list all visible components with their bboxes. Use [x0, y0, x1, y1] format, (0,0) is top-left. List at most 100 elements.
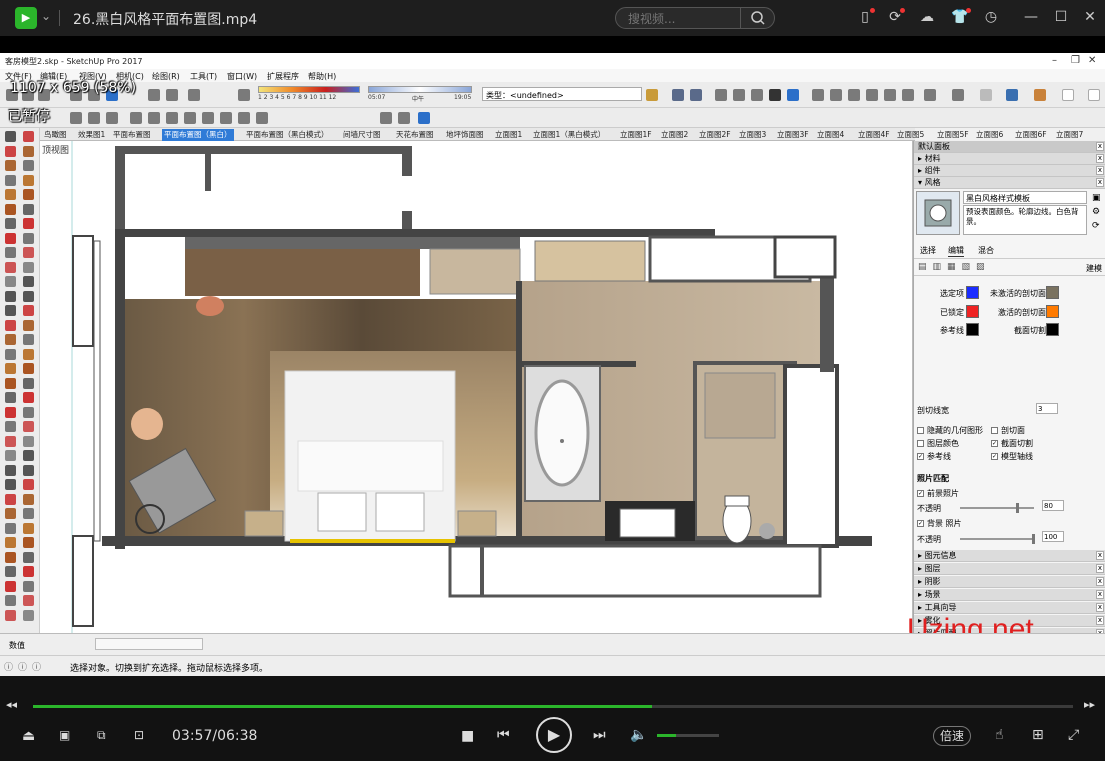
tool-icon[interactable] — [23, 319, 34, 331]
previous-icon[interactable]: ⏮ — [497, 727, 510, 743]
subtab-mix[interactable]: 混合 — [978, 245, 994, 256]
scene-tab[interactable]: 鸟瞰图 — [44, 129, 67, 141]
tool-icon[interactable] — [23, 363, 34, 374]
tool-icon[interactable] — [23, 406, 34, 418]
su-minimize-icon[interactable]: – — [1052, 55, 1057, 66]
tool-icon[interactable] — [902, 89, 914, 101]
su-close-icon[interactable]: ✕ — [1088, 55, 1096, 66]
color-swatch[interactable] — [966, 323, 979, 336]
tool-icon[interactable] — [5, 319, 16, 331]
subtab-select[interactable]: 选择 — [920, 245, 936, 256]
tool-icon[interactable] — [23, 595, 34, 606]
tool-icon[interactable] — [23, 160, 34, 171]
scene-tab[interactable]: 效果图1 — [78, 129, 105, 141]
tool-icon[interactable] — [220, 112, 232, 124]
tool-icon[interactable] — [5, 580, 16, 592]
back-opacity-slider[interactable] — [960, 534, 1035, 544]
tool-icon[interactable] — [5, 464, 16, 476]
view-icon[interactable] — [769, 89, 781, 101]
view-icon[interactable] — [733, 89, 745, 101]
tool-icon[interactable] — [23, 551, 34, 563]
tool-icon[interactable] — [812, 89, 824, 101]
section-width-input[interactable]: 3 — [1036, 403, 1058, 414]
subtab-edit[interactable]: 编辑 — [948, 245, 964, 257]
tool-icon[interactable] — [5, 537, 16, 548]
tool-icon[interactable] — [23, 435, 34, 447]
back-opacity-input[interactable]: 100 — [1042, 531, 1064, 542]
playlist-icon[interactable]: ▣ — [59, 728, 70, 742]
tool-icon[interactable] — [23, 479, 34, 490]
scene-tab[interactable]: 立面图7 — [1056, 129, 1083, 141]
tool-icon[interactable] — [5, 261, 16, 273]
home-icon[interactable] — [848, 89, 860, 101]
drawing-viewport[interactable]: 顶视图 — [40, 141, 913, 633]
print-icon[interactable] — [188, 89, 200, 101]
tool-icon[interactable] — [23, 174, 34, 186]
tool-icon[interactable] — [5, 551, 16, 563]
tray-section[interactable]: ▸ 阴影 x — [914, 576, 1105, 588]
tool-icon[interactable] — [23, 247, 34, 258]
tool-icon[interactable] — [5, 232, 16, 244]
tool-icon[interactable] — [5, 334, 16, 345]
su-restore-icon[interactable]: ❐ — [1071, 55, 1080, 66]
tray-close-icon[interactable]: x — [1096, 142, 1104, 151]
color-swatch[interactable] — [966, 286, 979, 299]
color-swatch[interactable] — [966, 305, 979, 318]
color-swatch[interactable] — [1046, 323, 1059, 336]
menu-tools[interactable]: 工具(T) — [190, 71, 217, 82]
cloud-icon[interactable]: ☁ — [918, 8, 936, 26]
section-styles[interactable]: ▾ 风格 x — [914, 177, 1105, 189]
scene-tab[interactable]: 立面图2 — [661, 129, 688, 141]
tool-icon[interactable] — [5, 479, 16, 490]
tool-icon[interactable] — [952, 89, 964, 101]
capture-icon[interactable]: ⊡ — [134, 728, 144, 742]
tool-icon[interactable] — [398, 112, 410, 124]
tool-icon[interactable] — [5, 609, 16, 621]
scene-tab[interactable]: 立面图3 — [739, 129, 766, 141]
tool-icon[interactable] — [23, 131, 34, 142]
edit-mode-icons[interactable]: ▤▥▦▧▨ — [918, 262, 991, 272]
tray-section[interactable]: ▸ 场景 x — [914, 589, 1105, 601]
eject-icon[interactable]: ⏏ — [22, 728, 35, 744]
tool-icon[interactable] — [23, 203, 34, 215]
tool-icon[interactable] — [130, 112, 142, 124]
tool-icon[interactable] — [5, 421, 16, 432]
scene-tab[interactable]: 立面图4 — [817, 129, 844, 141]
scene-tab[interactable]: 平面布置图（黑白） — [162, 129, 234, 141]
tool-icon[interactable] — [23, 493, 34, 505]
maximize-icon[interactable]: ☐ — [1052, 8, 1070, 26]
tool-icon[interactable] — [5, 493, 16, 505]
scene-tab[interactable]: 立面图2F — [699, 129, 731, 141]
tool-icon[interactable] — [5, 247, 16, 258]
progress-bar[interactable] — [33, 705, 1073, 708]
status-icons[interactable]: ⓘⓘⓘ — [4, 660, 46, 673]
tool-icon[interactable] — [866, 89, 878, 101]
volume-slider[interactable] — [657, 734, 719, 737]
view-icon[interactable] — [715, 89, 727, 101]
speed-button[interactable]: 倍速 — [933, 726, 971, 746]
search-button[interactable] — [740, 8, 774, 28]
tray-section[interactable]: ▸ 图层 x — [914, 563, 1105, 575]
minimize-icon[interactable]: — — [1022, 8, 1040, 26]
measurement-box[interactable] — [95, 638, 203, 650]
scene-tab[interactable]: 立面图4F — [858, 129, 890, 141]
stop-icon[interactable]: ■ — [461, 728, 474, 744]
scene-tab[interactable]: 立面图3F — [777, 129, 809, 141]
tool-icon[interactable] — [5, 203, 16, 215]
option-checkbox[interactable]: ✓ 截面切割 — [991, 438, 1033, 449]
close-icon[interactable]: ✕ — [1081, 8, 1099, 26]
tool-icon[interactable] — [23, 189, 34, 200]
tool-icon[interactable] — [830, 89, 842, 101]
tool-icon[interactable] — [23, 580, 34, 592]
tool-icon[interactable] — [256, 112, 268, 124]
tool-icon[interactable] — [5, 450, 16, 461]
tool-icon[interactable] — [980, 89, 992, 101]
tool-icon[interactable] — [23, 276, 34, 287]
option-checkbox[interactable]: 剖切面 — [991, 425, 1025, 436]
tool-icon[interactable] — [5, 305, 16, 316]
tool-icon[interactable] — [884, 89, 896, 101]
refresh-icon[interactable]: ⟳ — [1092, 221, 1100, 231]
front-opacity-slider[interactable] — [960, 503, 1034, 513]
tool-icon[interactable] — [148, 112, 160, 124]
scene-tab[interactable]: 间墙尺寸图 — [343, 129, 381, 141]
